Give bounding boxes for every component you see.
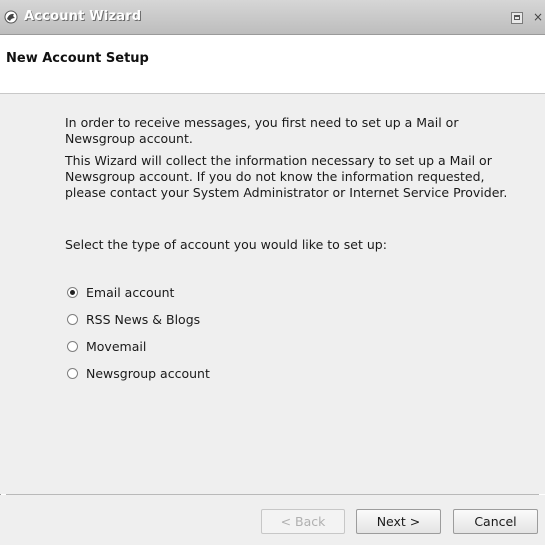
radio-label: Email account xyxy=(86,284,175,300)
window-title: Account Wizard xyxy=(24,9,142,24)
back-button[interactable]: < Back xyxy=(261,509,345,534)
maximize-icon[interactable] xyxy=(511,12,523,24)
page-title: New Account Setup xyxy=(6,51,149,66)
account-type-prompt: Select the type of account you would lik… xyxy=(65,237,387,252)
radio-movemail[interactable]: Movemail xyxy=(67,337,146,355)
intro-paragraph-2: This Wizard will collect the information… xyxy=(65,153,508,200)
radio-label: RSS News & Blogs xyxy=(86,311,201,327)
radio-rss-news-blogs[interactable]: RSS News & Blogs xyxy=(67,310,200,328)
intro-paragraph-1: In order to receive messages, you first … xyxy=(65,115,459,146)
close-icon[interactable]: × xyxy=(533,9,545,25)
radio-button[interactable] xyxy=(67,313,78,325)
title-bar: Account Wizard × xyxy=(0,0,545,35)
radio-button[interactable] xyxy=(67,286,78,298)
radio-email-account[interactable]: Email account xyxy=(67,283,174,301)
cancel-button[interactable]: Cancel xyxy=(453,509,538,534)
radio-newsgroup-account[interactable]: Newsgroup account xyxy=(67,364,210,382)
radio-button[interactable] xyxy=(67,367,78,379)
next-button[interactable]: Next > xyxy=(356,509,441,534)
wizard-footer: < Back Next > Cancel xyxy=(0,495,545,545)
wizard-header: New Account Setup xyxy=(0,35,545,94)
radio-button[interactable] xyxy=(67,340,78,352)
wizard-content: In order to receive messages, you first … xyxy=(0,94,545,494)
radio-label: Newsgroup account xyxy=(86,365,210,381)
seamonkey-icon xyxy=(4,10,18,24)
radio-label: Movemail xyxy=(86,338,147,354)
